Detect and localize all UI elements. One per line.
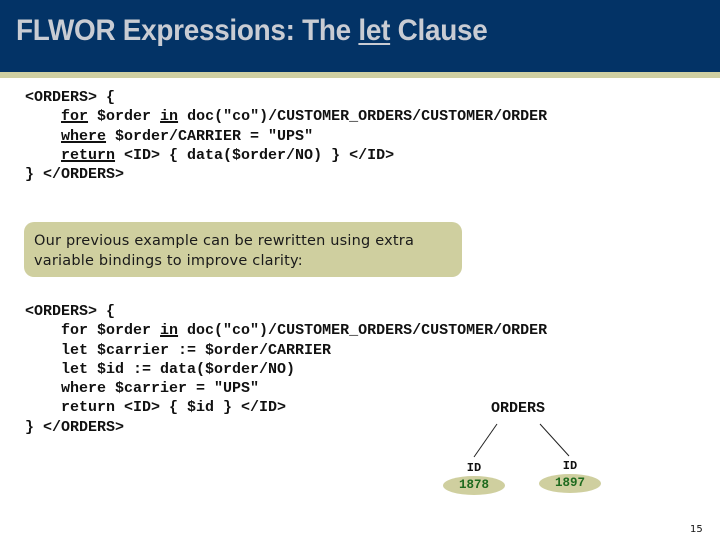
header-stripe: [0, 72, 720, 78]
tree-root-orders: ORDERS: [490, 400, 545, 417]
tree-leaf-label: ID: [562, 459, 578, 473]
callout-box: Our previous example can be rewritten us…: [24, 222, 462, 277]
tree-leaf-value: 1897: [554, 476, 585, 490]
code-keyword: in: [160, 108, 179, 126]
code-line: return <ID> { $id } </ID>: [25, 398, 547, 417]
code-line: return <ID> { data($order/NO) } </ID>: [25, 146, 547, 165]
code-text: where $carrier = "UPS": [25, 380, 260, 398]
tree-leaf-value-oval: 1897: [539, 474, 601, 493]
code-text: return <ID> { $id } </ID>: [25, 399, 287, 417]
tree-leaf-value: 1878: [458, 478, 489, 492]
callout-line-1: Our previous example can be rewritten us…: [34, 233, 415, 249]
code-text: let $carrier := $order/CARRIER: [25, 341, 332, 359]
title-keyword-let: let: [358, 14, 391, 47]
tree-leaf-label: ID: [466, 461, 482, 475]
code-line: <ORDERS> {: [25, 88, 547, 107]
title-suffix: Clause: [390, 14, 488, 47]
code-text: <ORDERS> {: [25, 303, 116, 320]
code-text: doc("co")/CUSTOMER_ORDERS/CUSTOMER/ORDER: [178, 322, 548, 340]
code-block-original: <ORDERS> { for $order in doc("co")/CUSTO…: [25, 88, 547, 184]
code-line: let $carrier := $order/CARRIER: [25, 341, 547, 360]
code-text: <ORDERS> {: [25, 89, 116, 106]
code-line: } </ORDERS>: [25, 165, 547, 184]
callout-line-2: variable bindings to improve clarity:: [34, 253, 303, 269]
code-text: doc("co")/CUSTOMER_ORDERS/CUSTOMER/ORDER: [178, 108, 548, 126]
code-text: for $order: [25, 322, 161, 340]
code-line: for $order in doc("co")/CUSTOMER_ORDERS/…: [25, 321, 547, 340]
slide-title: FLWOR Expressions: The let Clause: [16, 14, 488, 48]
code-block-rewritten: <ORDERS> { for $order in doc("co")/CUSTO…: [25, 302, 547, 437]
code-line: <ORDERS> {: [25, 302, 547, 321]
code-text: $order: [88, 108, 161, 126]
callout-text: Our previous example can be rewritten us…: [34, 231, 414, 271]
page-number: 15: [690, 524, 703, 535]
code-keyword: where: [61, 127, 107, 145]
code-line: where $carrier = "UPS": [25, 379, 547, 398]
code-text: $order/CARRIER = "UPS": [106, 127, 314, 145]
code-line: let $id := data($order/NO): [25, 360, 547, 379]
code-keyword: return: [61, 146, 116, 164]
code-text: let $id := data($order/NO): [25, 360, 296, 378]
code-line: where $order/CARRIER = "UPS": [25, 127, 547, 146]
code-keyword: in: [160, 322, 179, 340]
code-keyword: for: [61, 108, 89, 126]
code-text: } </ORDERS>: [25, 166, 125, 184]
code-line: for $order in doc("co")/CUSTOMER_ORDERS/…: [25, 107, 547, 126]
slide-header: FLWOR Expressions: The let Clause: [0, 0, 720, 72]
code-text: <ID> { data($order/NO) } </ID>: [115, 146, 395, 164]
code-text: } </ORDERS>: [25, 418, 125, 436]
code-line: } </ORDERS>: [25, 418, 547, 437]
title-prefix: FLWOR Expressions: The: [16, 14, 359, 47]
tree-leaf-value-oval: 1878: [443, 476, 505, 495]
